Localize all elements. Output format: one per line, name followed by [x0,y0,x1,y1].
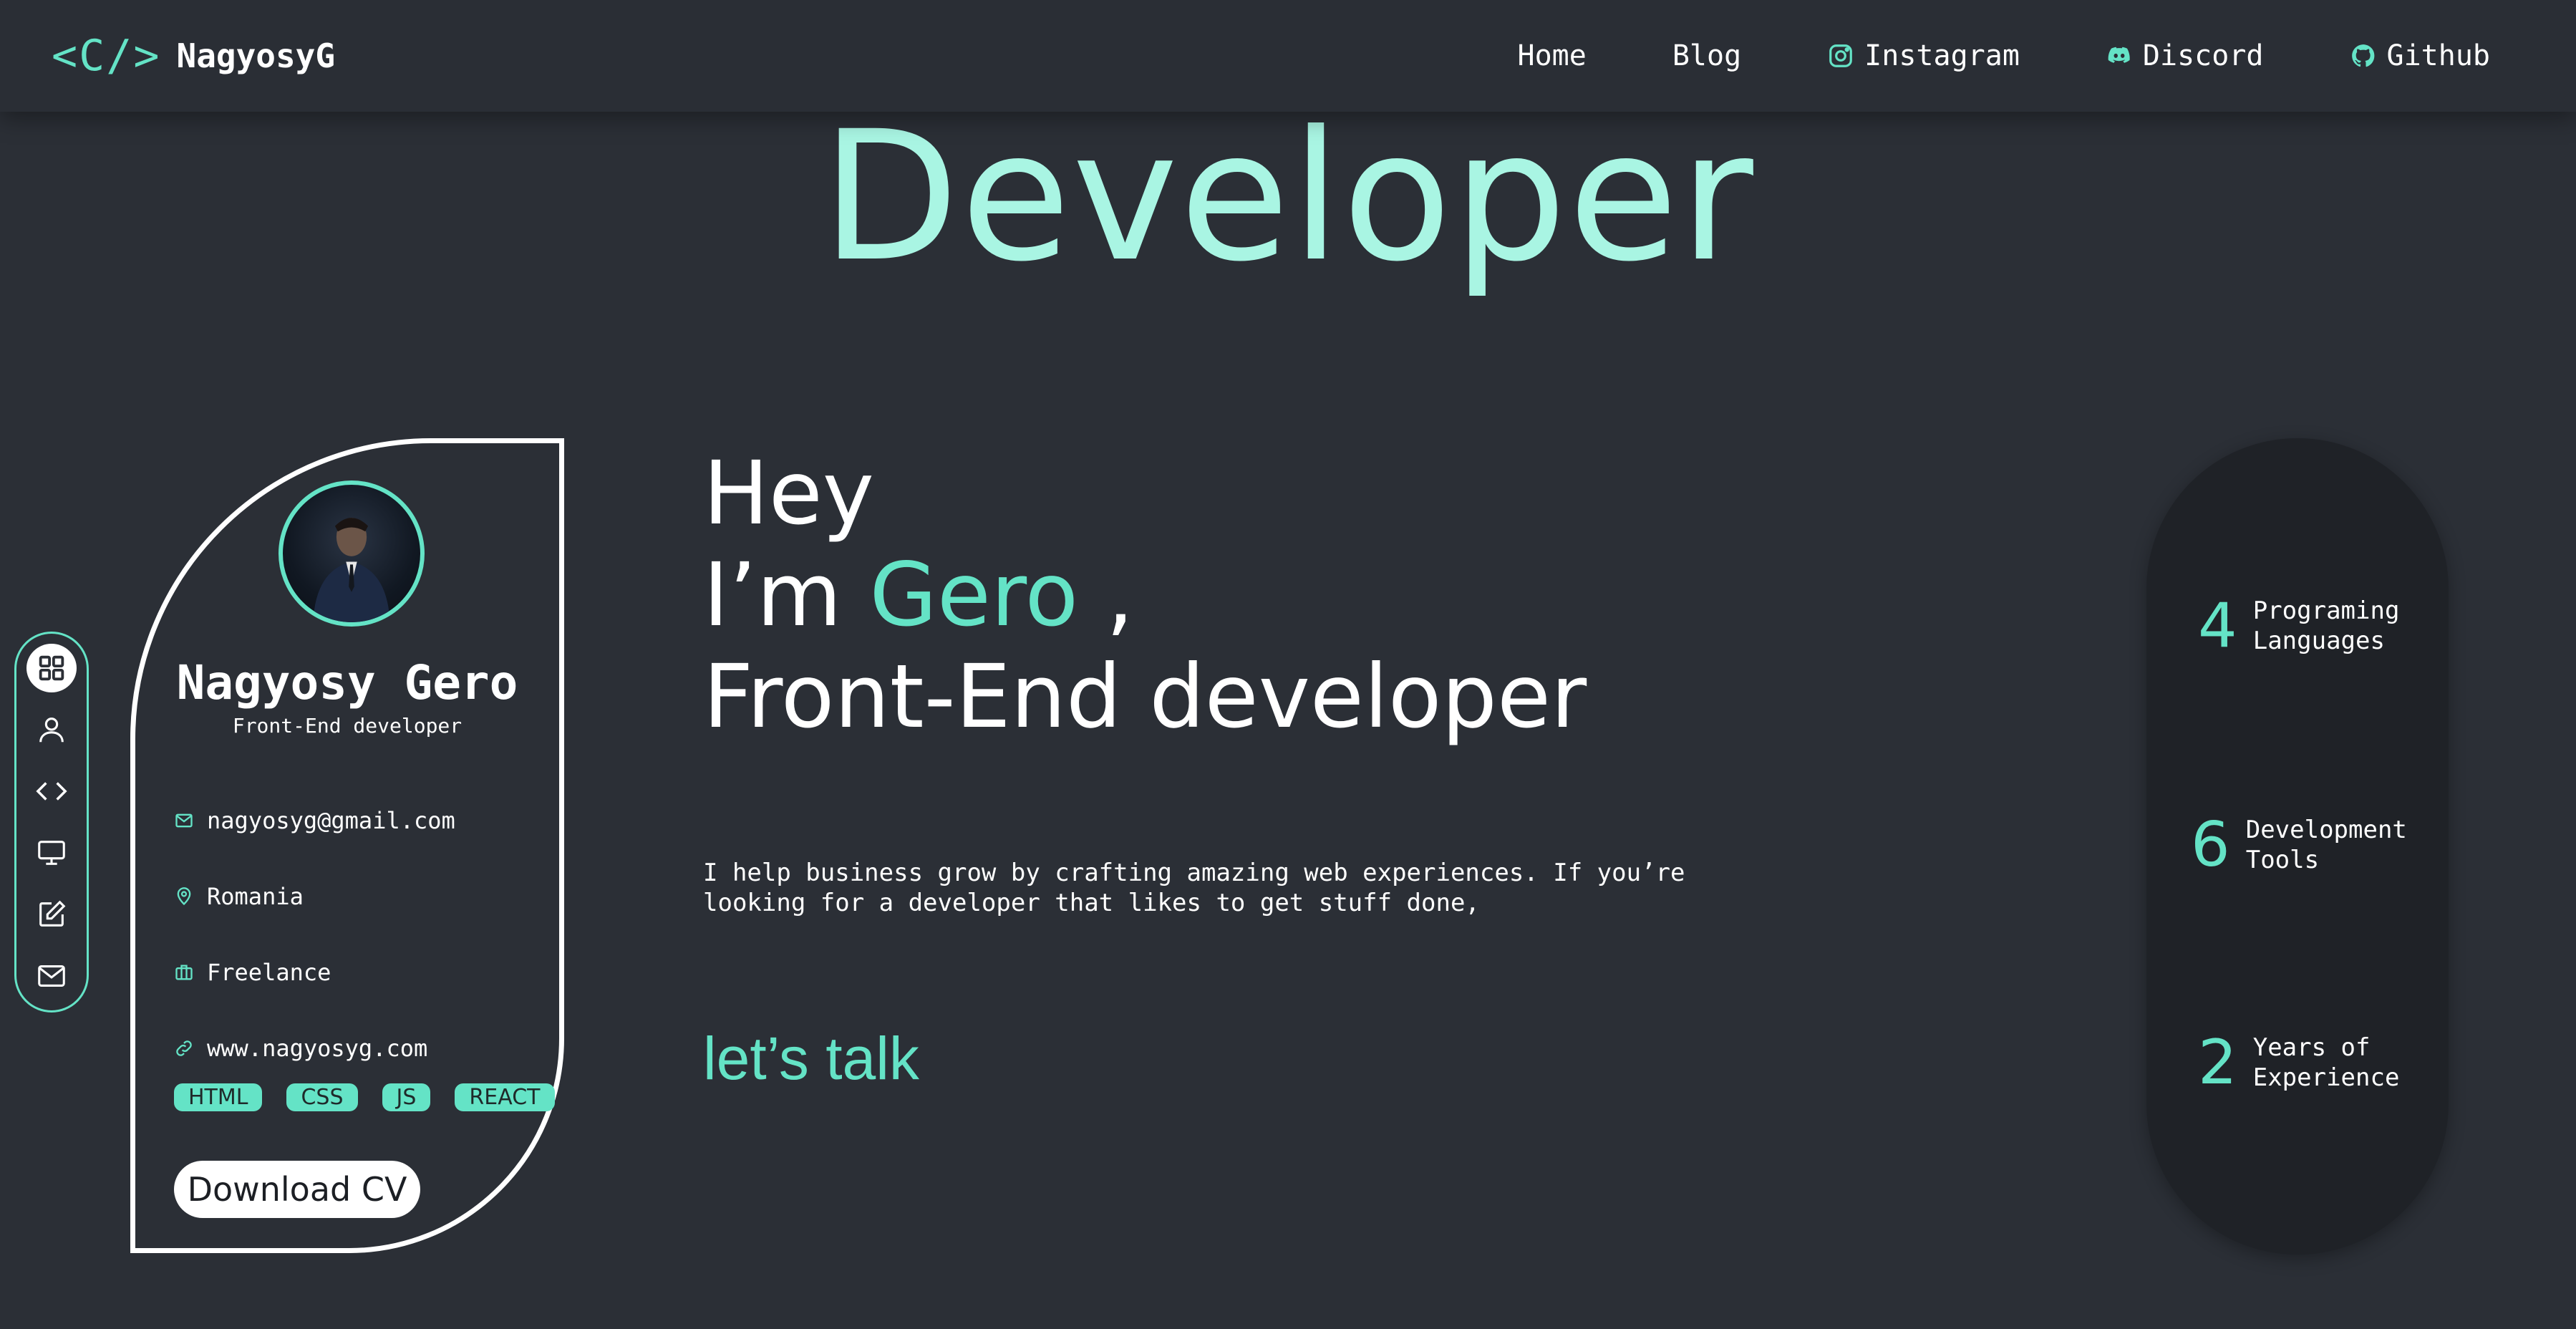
nav-discord[interactable]: Discord [2106,39,2264,72]
stat-label: Years of Experience [2252,1033,2400,1092]
nav-instagram-label: Instagram [1864,39,2020,72]
side-nav-about[interactable] [26,705,77,754]
side-nav [14,632,89,1013]
github-icon [2351,44,2374,67]
stat-label: Programing Languages [2252,596,2400,655]
email-info[interactable]: nagyosyg@gmail.com [174,807,455,834]
location-info: Romania [174,883,304,910]
greeting-suffix: , [1078,544,1134,646]
work-info: Freelance [174,959,331,986]
greeting-line-1: Hey [703,443,874,544]
user-icon [39,717,64,743]
tag-html: HTML [174,1083,263,1111]
nav-home-label: Home [1517,39,1587,72]
tag-css: CSS [286,1083,358,1111]
profile-card: Nagyosy Gero Front-End developer nagyosy… [130,438,564,1253]
site-logo[interactable]: <C/> NagyosyG [52,27,335,84]
side-nav-projects[interactable] [26,828,77,877]
logo-name: NagyosyG [176,37,336,75]
intro-text: I help business grow by crafting amazing… [703,859,1685,917]
greeting-name: Gero [869,544,1079,646]
tag-react: REACT [455,1083,555,1111]
nav-instagram[interactable]: Instagram [1827,39,2020,72]
hero-title: Developer [821,92,1755,301]
monitor-icon [38,841,65,865]
stat-label: Development Tools [2245,816,2407,874]
nav-discord-label: Discord [2142,39,2264,72]
skill-tags: HTML CSS JS REACT [174,1083,555,1111]
briefcase-icon [175,965,193,980]
nav-blog[interactable]: Blog [1672,39,1741,72]
discord-icon [2108,47,2130,63]
profile-role: Front-End developer [232,714,463,738]
location-text: Romania [207,883,304,910]
side-nav-dashboard[interactable] [26,644,77,692]
stats-panel: 4 Programing Languages 6 Development Too… [2146,438,2449,1255]
stat-number: 4 [2198,590,2237,662]
stat-tools: 6 Development Tools [2191,809,2407,881]
greeting-line-2: I’m Gero , [703,544,1587,646]
website-info[interactable]: www.nagyosyg.com [174,1035,427,1062]
email-text: nagyosyg@gmail.com [207,807,455,834]
code-icon [36,782,67,801]
main-nav: Home Blog Instagram Discord Github [1518,29,2490,83]
download-cv-button[interactable]: Download CV [174,1161,420,1218]
lets-talk-link[interactable]: let’s talk [703,1024,919,1093]
nav-home[interactable]: Home [1518,39,1587,72]
avatar-photo [313,518,390,622]
greeting-line-3: Front-End developer [703,646,1587,748]
edit-icon [39,900,66,927]
tag-js: JS [382,1083,431,1111]
stat-number: 6 [2191,809,2230,881]
nav-blog-label: Blog [1672,39,1742,72]
grid-icon [39,655,64,681]
stat-number: 2 [2198,1027,2237,1098]
avatar [279,480,425,627]
side-nav-contact[interactable] [26,952,77,1000]
instagram-icon [1829,44,1853,67]
location-pin-icon [177,887,191,906]
work-text: Freelance [207,959,331,986]
logo-mark: <C/> [52,31,161,81]
website-text: www.nagyosyg.com [207,1035,428,1062]
nav-github-label: Github [2386,39,2491,72]
stat-languages: 4 Programing Languages [2198,590,2411,662]
stat-experience: 2 Years of Experience [2198,1027,2411,1098]
mail-icon [38,965,65,987]
nav-github[interactable]: Github [2350,39,2491,72]
profile-name: Nagyosy Gero [176,655,518,710]
greeting-prefix: I’m [703,544,870,646]
link-icon [176,1040,192,1056]
side-nav-skills[interactable] [26,767,77,816]
greeting: Hey I’m Gero , Front-End developer [703,443,1587,748]
side-nav-blog[interactable] [26,890,77,939]
mail-icon [175,813,193,828]
top-header: <C/> NagyosyG Home Blog Instagram Discor… [0,0,2576,112]
